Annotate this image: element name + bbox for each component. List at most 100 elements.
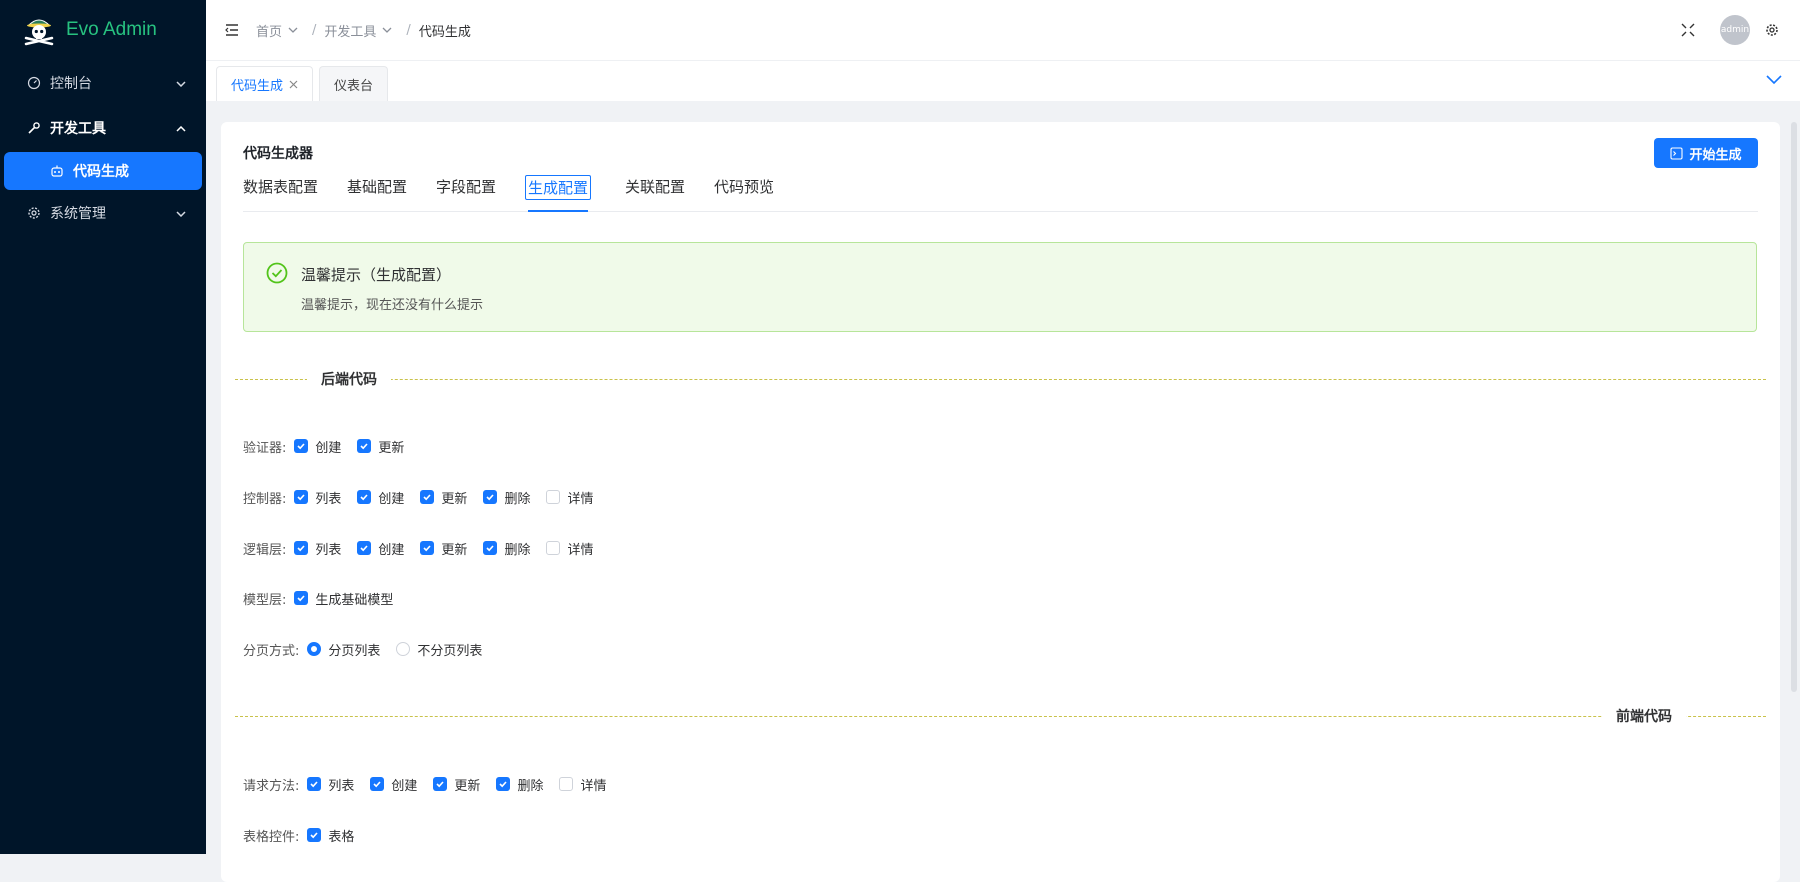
field-label: 验证器: — [243, 440, 287, 456]
check-icon — [433, 777, 448, 791]
sidebar-item-label: 代码生成 — [73, 164, 129, 180]
tab-table-config[interactable]: 数据表配置 — [243, 176, 318, 197]
checkbox[interactable]: 生成基础模型 — [294, 589, 393, 608]
top-header: 首页 / 开发工具 / 代码生成 admin — [206, 0, 1800, 61]
controller-row: 控制器: 列表 创建 更新 删除 详情 — [243, 487, 609, 507]
settings-icon[interactable] — [1764, 22, 1780, 38]
checkbox-label: 详情 — [567, 542, 594, 558]
checkbox[interactable]: 创建 — [370, 775, 417, 794]
check-icon — [483, 490, 498, 504]
gear-icon — [27, 206, 41, 220]
close-icon[interactable] — [289, 80, 298, 89]
radio-label: 不分页列表 — [417, 643, 483, 659]
checkbox[interactable]: 更新 — [357, 437, 404, 456]
fullscreen-icon[interactable] — [1680, 22, 1696, 38]
sidebar-item-system[interactable]: 系统管理 — [0, 190, 206, 235]
checkbox[interactable]: 删除 — [483, 488, 530, 507]
check-icon — [483, 541, 498, 555]
field-label: 模型层: — [243, 592, 287, 608]
sidebar-item-dashboard[interactable]: 控制台 — [0, 60, 206, 105]
radio-option[interactable]: 分页列表 — [307, 640, 380, 659]
checkbox[interactable]: 更新 — [433, 775, 480, 794]
check-icon — [420, 490, 435, 504]
checkbox[interactable]: 详情 — [559, 775, 606, 794]
checkbox[interactable]: 表格 — [307, 826, 354, 845]
breadcrumb-item[interactable]: 开发工具 — [324, 21, 398, 40]
tab-field-config[interactable]: 字段配置 — [436, 176, 496, 197]
backend-section-label: 后端代码 — [307, 369, 391, 389]
vertical-scrollbar[interactable] — [1791, 122, 1797, 692]
avatar[interactable]: admin — [1720, 15, 1750, 45]
logic-row: 逻辑层: 列表 创建 更新 删除 详情 — [243, 538, 609, 558]
backend-divider — [235, 379, 1766, 381]
checkbox[interactable]: 删除 — [496, 775, 543, 794]
checkbox[interactable]: 创建 — [357, 488, 404, 507]
breadcrumb-label: 首页 — [256, 24, 283, 40]
check-icon — [307, 828, 322, 842]
checkbox-label: 创建 — [315, 440, 342, 456]
checkbox[interactable]: 更新 — [420, 488, 467, 507]
sidebar-item-dev-tools[interactable]: 开发工具 — [0, 105, 206, 150]
sidebar-item-code-gen[interactable]: 代码生成 — [4, 152, 202, 190]
field-label: 分页方式: — [243, 643, 300, 659]
chevron-down-icon[interactable] — [1766, 73, 1782, 89]
skull-logo-icon — [22, 13, 56, 47]
check-circle-icon — [266, 262, 288, 288]
card-title: 代码生成器 — [243, 146, 313, 162]
checkbox-label: 创建 — [378, 542, 405, 558]
brand[interactable]: Evo Admin — [0, 0, 206, 60]
radio-label: 分页列表 — [328, 643, 381, 659]
pagination-row: 分页方式: 分页列表 不分页列表 — [243, 639, 498, 659]
check-icon — [370, 777, 385, 791]
menu-collapse-icon[interactable] — [224, 22, 240, 38]
checkbox[interactable]: 详情 — [546, 488, 593, 507]
sidebar-item-label: 控制台 — [50, 75, 92, 92]
chevron-up-icon — [176, 120, 186, 136]
checkbox-label: 更新 — [441, 542, 468, 558]
chevron-down-icon — [288, 27, 298, 33]
start-generate-button[interactable]: 开始生成 — [1654, 138, 1758, 168]
frontend-section-label: 前端代码 — [1602, 706, 1686, 726]
checkbox-label: 详情 — [580, 778, 607, 794]
checkbox-label: 更新 — [378, 440, 405, 456]
checkbox-label: 删除 — [517, 778, 544, 794]
checkbox[interactable]: 删除 — [483, 539, 530, 558]
code-generator-card: 代码生成器 开始生成 数据表配置 基础配置 字段配置 生成配置 关联配置 代码预… — [221, 122, 1780, 882]
tab-relation-config[interactable]: 关联配置 — [625, 176, 685, 197]
header-actions: admin — [1680, 0, 1800, 60]
tab-code-preview[interactable]: 代码预览 — [714, 176, 774, 197]
page-tab-label: 代码生成 — [231, 78, 284, 94]
page-tab-code-gen[interactable]: 代码生成 — [216, 66, 314, 101]
sidebar: Evo Admin 控制台 开发工具 代码生成 系统管理 — [0, 0, 206, 854]
wrench-icon — [27, 121, 41, 135]
sidebar-item-label: 系统管理 — [50, 205, 106, 222]
field-label: 请求方法: — [243, 778, 300, 794]
request-row: 请求方法: 列表 创建 更新 删除 详情 — [243, 774, 622, 794]
tab-basic-config[interactable]: 基础配置 — [347, 176, 407, 197]
checkbox[interactable]: 列表 — [307, 775, 354, 794]
field-label: 表格控件: — [243, 829, 300, 845]
page-tab-dashboard[interactable]: 仪表台 — [319, 66, 389, 101]
checkbox[interactable]: 列表 — [294, 488, 341, 507]
checkbox-label: 创建 — [391, 778, 418, 794]
checkbox[interactable]: 列表 — [294, 539, 341, 558]
robot-icon — [50, 164, 64, 178]
breadcrumb-item[interactable]: 首页 — [256, 21, 304, 40]
tab-generate-config[interactable]: 生成配置 — [525, 175, 592, 200]
alert-title: 温馨提示（生成配置） — [301, 266, 452, 284]
check-icon — [496, 777, 511, 791]
checkbox[interactable]: 更新 — [420, 539, 467, 558]
checkbox[interactable]: 创建 — [294, 437, 341, 456]
page-tabs-bar: 代码生成 仪表台 — [206, 61, 1800, 101]
page-tab-label: 仪表台 — [334, 78, 374, 94]
checkbox[interactable]: 详情 — [546, 539, 593, 558]
checkbox-label: 列表 — [315, 542, 342, 558]
radio-option[interactable]: 不分页列表 — [396, 640, 482, 659]
checkbox-label: 表格 — [328, 829, 355, 845]
breadcrumb: 首页 / 开发工具 / 代码生成 — [256, 21, 471, 40]
model-row: 模型层: 生成基础模型 — [243, 588, 409, 608]
checkbox-label: 删除 — [504, 542, 531, 558]
info-alert: 温馨提示（生成配置） 温馨提示，现在还没有什么提示 — [243, 242, 1757, 332]
checkbox-label: 创建 — [378, 491, 405, 507]
checkbox[interactable]: 创建 — [357, 539, 404, 558]
